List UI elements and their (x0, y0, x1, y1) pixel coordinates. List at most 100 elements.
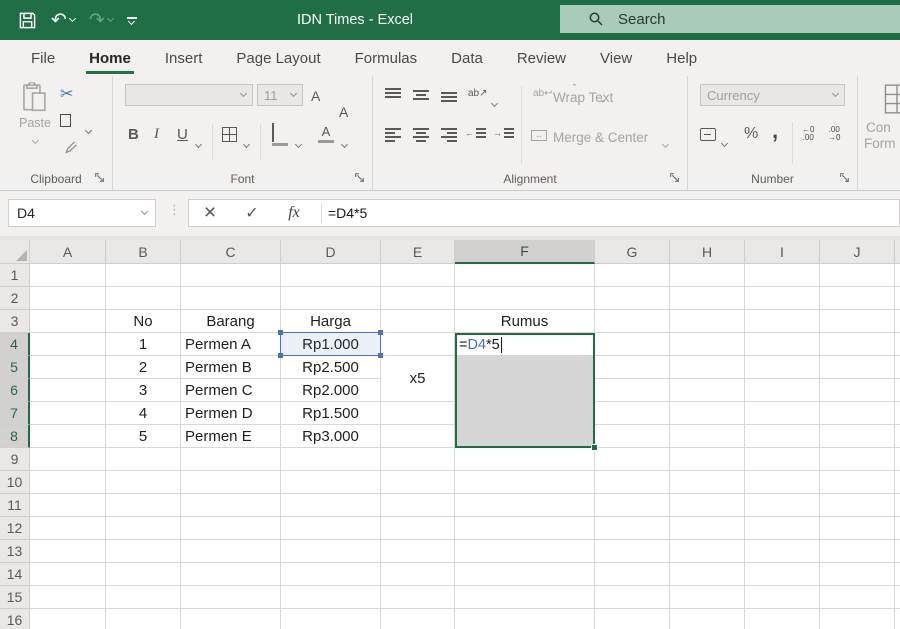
orientation-button[interactable]: ab↗ (468, 89, 488, 98)
tab-page-layout[interactable]: Page Layout (219, 40, 337, 76)
borders-dropdown[interactable] (244, 134, 249, 152)
column-header-I[interactable]: I (745, 240, 820, 264)
column-header-B[interactable]: B (106, 240, 181, 264)
cell-C5[interactable]: Permen B (181, 356, 280, 378)
row-header-2[interactable]: 2 (0, 287, 30, 310)
row-header-4[interactable]: 4 (0, 333, 30, 356)
cell-B6[interactable]: 3 (106, 379, 180, 401)
row-header-15[interactable]: 15 (0, 586, 30, 609)
tab-view[interactable]: View (583, 40, 649, 76)
row-header-1[interactable]: 1 (0, 264, 30, 287)
paste-button[interactable]: Paste (12, 82, 58, 148)
spreadsheet[interactable]: ABCDEFGHIJK12345678910111213141516NoBara… (0, 240, 900, 629)
cell-C6[interactable]: Permen C (181, 379, 280, 401)
increase-indent-button[interactable]: → (493, 128, 514, 138)
cell-D6[interactable]: Rp2.000 (281, 379, 380, 401)
column-header-F[interactable]: F (455, 240, 595, 264)
cell-D7[interactable]: Rp1.500 (281, 402, 380, 424)
row-header-8[interactable]: 8 (0, 425, 30, 448)
cell-F3[interactable]: Rumus (455, 310, 594, 332)
alignment-dialog-launcher[interactable] (669, 172, 681, 184)
cell-B3[interactable]: No (106, 310, 180, 332)
percent-style-button[interactable]: % (744, 125, 758, 143)
accounting-format-button[interactable] (700, 128, 716, 141)
formula-input-bar[interactable]: fx =D4*5 (188, 199, 900, 227)
row-header-6[interactable]: 6 (0, 379, 30, 402)
chevron-down-icon[interactable] (31, 137, 38, 144)
column-header-K[interactable]: K (895, 240, 900, 264)
cell-C3[interactable]: Barang (181, 310, 280, 332)
underline-dropdown[interactable] (196, 134, 201, 152)
column-header-H[interactable]: H (670, 240, 745, 264)
align-bottom-button[interactable] (441, 92, 457, 102)
column-header-A[interactable]: A (30, 240, 106, 264)
cell-B8[interactable]: 5 (106, 425, 180, 447)
cell-D5[interactable]: Rp2.500 (281, 356, 380, 378)
chevron-down-icon[interactable] (69, 15, 76, 22)
name-box[interactable]: D4 (8, 199, 156, 227)
cell-C7[interactable]: Permen D (181, 402, 280, 424)
underline-button[interactable]: U (177, 126, 188, 143)
tab-review[interactable]: Review (500, 40, 583, 76)
merge-center-dropdown[interactable] (663, 134, 668, 152)
tab-data[interactable]: Data (434, 40, 500, 76)
number-dialog-launcher[interactable] (839, 172, 851, 184)
row-header-12[interactable]: 12 (0, 517, 30, 540)
tab-help[interactable]: Help (649, 40, 714, 76)
cell-D8[interactable]: Rp3.000 (281, 425, 380, 447)
borders-button[interactable] (222, 127, 237, 142)
row-header-16[interactable]: 16 (0, 609, 30, 629)
row-header-10[interactable]: 10 (0, 471, 30, 494)
decrease-indent-button[interactable]: ← (465, 128, 486, 138)
column-header-J[interactable]: J (820, 240, 895, 264)
row-header-5[interactable]: 5 (0, 356, 30, 379)
formula-bar-grip[interactable]: ⋮ (168, 203, 181, 218)
tab-file[interactable]: File (14, 40, 72, 76)
font-dialog-launcher[interactable] (354, 172, 366, 184)
orientation-dropdown[interactable] (492, 93, 497, 111)
select-all-corner[interactable] (0, 240, 30, 264)
cell-C4[interactable]: Permen A (181, 333, 280, 355)
tab-home[interactable]: Home (72, 40, 148, 76)
column-header-C[interactable]: C (181, 240, 281, 264)
cell-C8[interactable]: Permen E (181, 425, 280, 447)
fill-color-dropdown[interactable] (296, 134, 301, 152)
search-box[interactable]: Search (560, 5, 900, 33)
column-header-D[interactable]: D (281, 240, 381, 264)
accounting-dropdown[interactable] (722, 133, 727, 151)
column-header-G[interactable]: G (595, 240, 670, 264)
row-header-14[interactable]: 14 (0, 563, 30, 586)
undo-button[interactable]: ↶ (51, 11, 75, 30)
align-left-button[interactable] (385, 128, 401, 142)
cell-F4-editing[interactable]: =D4*5 (457, 335, 593, 354)
align-top-button[interactable] (385, 88, 401, 98)
wrap-text-button[interactable]: Wrap Text (553, 90, 613, 105)
formula-bar-value[interactable]: =D4*5 (328, 205, 367, 221)
fill-handle[interactable] (591, 444, 598, 451)
customize-qat-button[interactable] (127, 17, 137, 24)
align-middle-button[interactable] (413, 90, 429, 100)
tab-insert[interactable]: Insert (148, 40, 220, 76)
align-center-button[interactable] (413, 128, 429, 142)
tab-formulas[interactable]: Formulas (338, 40, 435, 76)
cell-E5[interactable]: x5 (381, 356, 454, 401)
copy-dropdown[interactable] (86, 120, 91, 138)
bold-button[interactable]: B (128, 126, 139, 143)
insert-function-button[interactable]: fx (273, 204, 315, 222)
row-header-3[interactable]: 3 (0, 310, 30, 333)
cell-B5[interactable]: 2 (106, 356, 180, 378)
row-header-13[interactable]: 13 (0, 540, 30, 563)
cancel-button[interactable] (189, 202, 231, 224)
font-color-button[interactable]: A (318, 124, 334, 143)
increase-decimal-button[interactable]: ←0.00 (802, 126, 814, 142)
merge-center-button[interactable]: Merge & Center (553, 130, 648, 145)
font-name-select[interactable] (125, 84, 253, 106)
fill-color-button[interactable] (272, 124, 288, 146)
comma-style-button[interactable]: , (772, 118, 778, 144)
cell-D3[interactable]: Harga (281, 310, 380, 332)
conditional-formatting-button[interactable]: Con Form (858, 76, 900, 190)
format-painter-button[interactable] (62, 140, 79, 157)
save-button[interactable] (18, 11, 37, 30)
clipboard-dialog-launcher[interactable] (94, 172, 106, 184)
font-color-dropdown[interactable] (342, 134, 347, 152)
